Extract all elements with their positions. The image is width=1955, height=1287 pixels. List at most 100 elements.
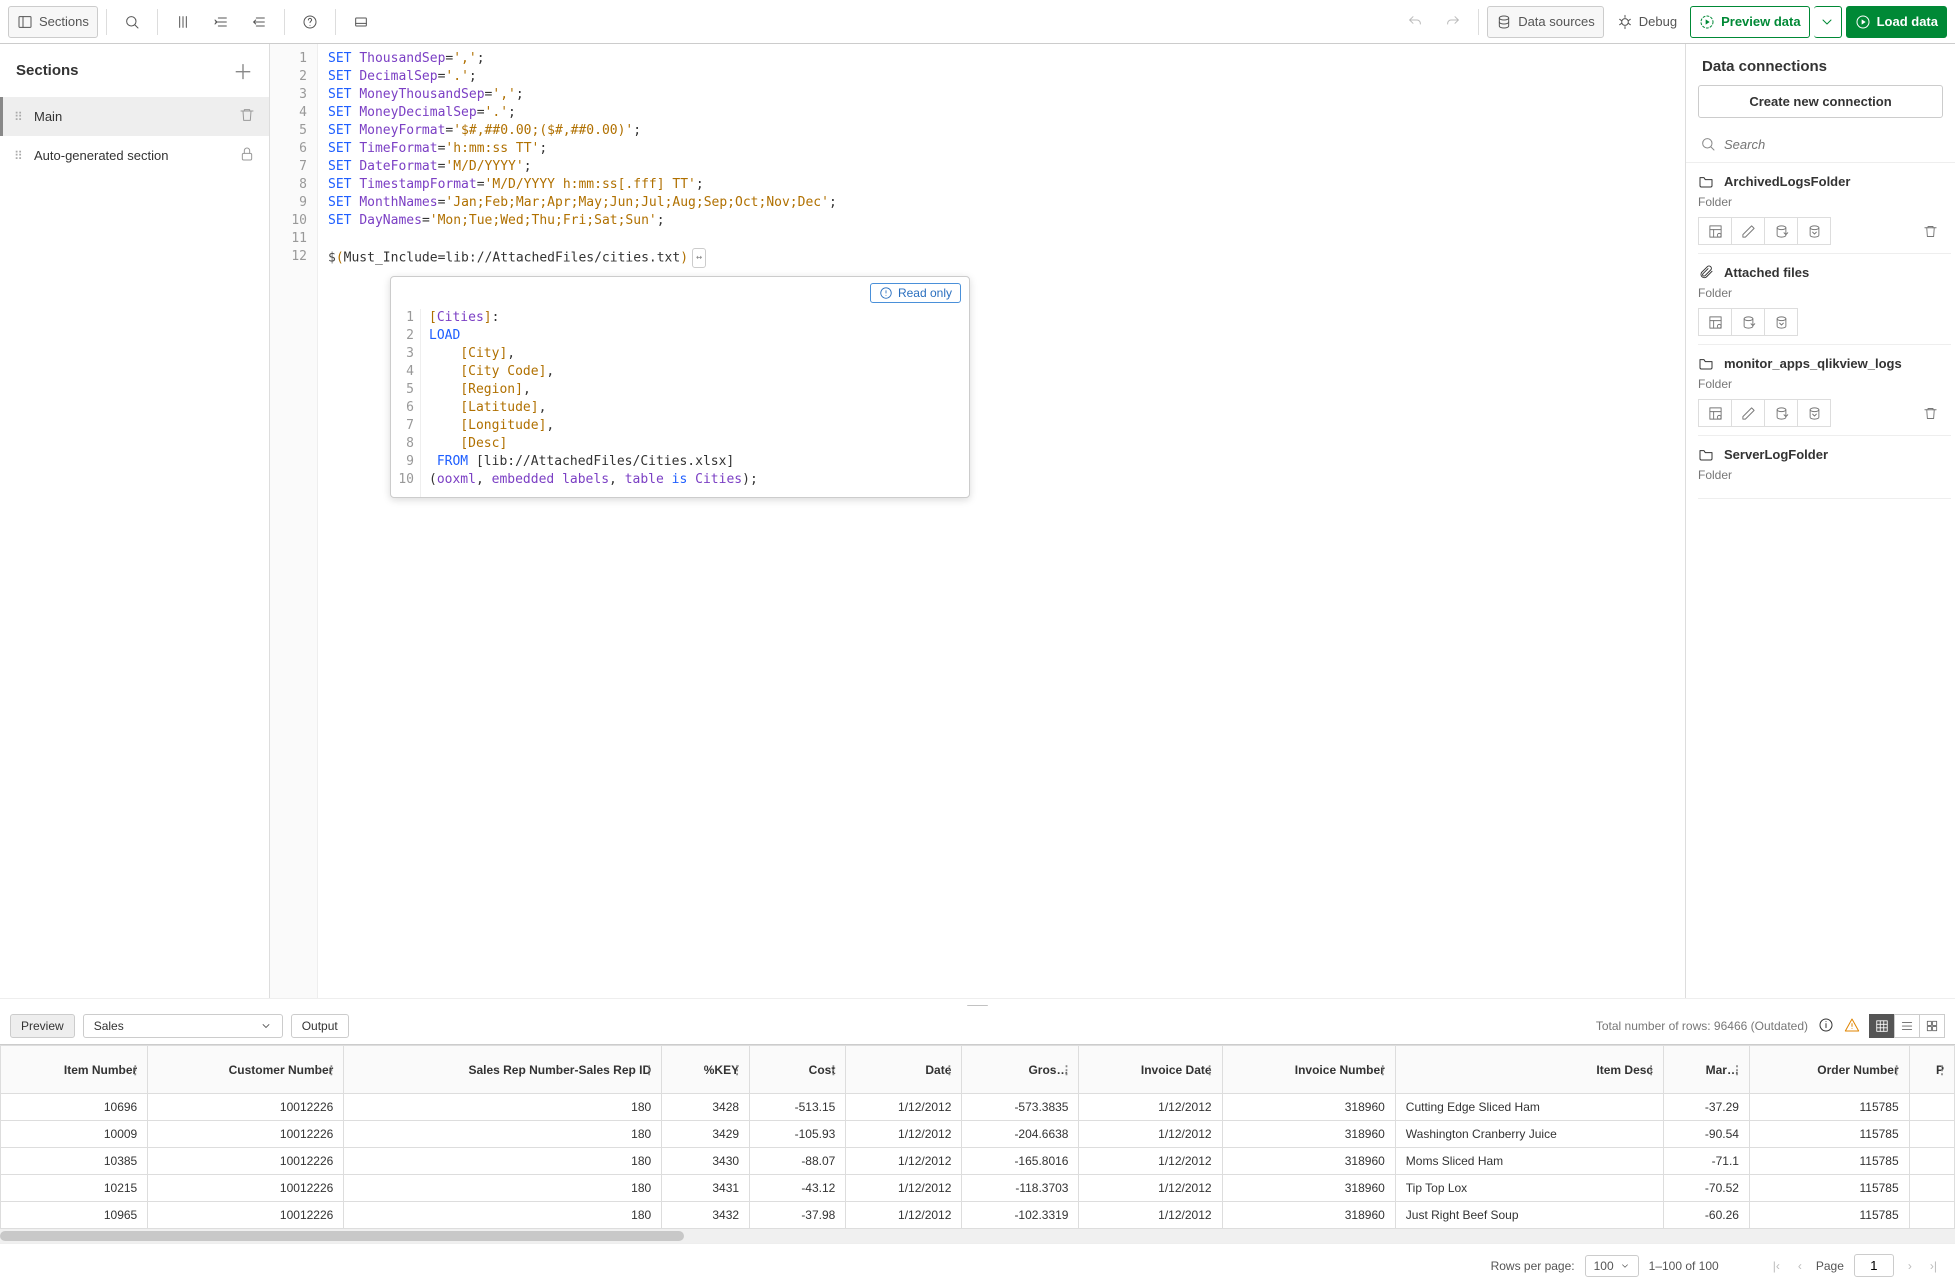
column-menu-icon[interactable]: ⋮ xyxy=(1377,1063,1389,1077)
table-row[interactable]: 10385100122261803430-88.071/12/2012-165.… xyxy=(1,1148,1955,1175)
column-menu-icon[interactable]: ⋮ xyxy=(1936,1063,1948,1077)
drag-handle-icon[interactable]: ⠿ xyxy=(14,114,24,120)
drag-handle-icon[interactable]: ⠿ xyxy=(14,153,24,159)
column-header[interactable]: Cost⋮ xyxy=(750,1046,846,1094)
first-page-button[interactable]: |‹ xyxy=(1769,1259,1784,1273)
table-cell: -71.1 xyxy=(1664,1148,1750,1175)
column-header[interactable]: Date⋮ xyxy=(846,1046,962,1094)
connection-title[interactable]: ArchivedLogsFolder xyxy=(1698,173,1947,189)
conn-select-data[interactable] xyxy=(1698,217,1732,245)
sections-toggle-button[interactable]: Sections xyxy=(8,6,98,38)
create-connection-button[interactable]: Create new connection xyxy=(1698,85,1943,118)
conn-insert[interactable] xyxy=(1764,217,1798,245)
connections-list[interactable]: ArchivedLogsFolderFolderAttached filesFo… xyxy=(1686,163,1955,998)
connection-search[interactable] xyxy=(1686,130,1955,163)
preview-data-button[interactable]: Preview data xyxy=(1690,6,1810,38)
column-header[interactable]: Sales Rep Number-Sales Rep ID⋮ xyxy=(344,1046,662,1094)
output-tab[interactable]: Output xyxy=(291,1014,349,1038)
view-table-icon[interactable] xyxy=(1869,1014,1895,1038)
column-menu-icon[interactable]: ⋮ xyxy=(1060,1063,1072,1077)
conn-select-data[interactable] xyxy=(1698,399,1732,427)
column-menu-icon[interactable]: ⋮ xyxy=(731,1063,743,1077)
column-menu-icon[interactable]: ⋮ xyxy=(1731,1063,1743,1077)
table-cell: 3429 xyxy=(662,1121,750,1148)
column-header[interactable]: Invoice Date⋮ xyxy=(1079,1046,1222,1094)
conn-select-data[interactable] xyxy=(1698,308,1732,336)
view-grid-icon[interactable] xyxy=(1919,1014,1945,1038)
section-item-autogen[interactable]: ⠿ Auto-generated section xyxy=(0,136,269,175)
preview-table-wrap[interactable]: Item Number⋮Customer Number⋮Sales Rep Nu… xyxy=(0,1044,1955,1229)
column-menu-icon[interactable]: ⋮ xyxy=(129,1063,141,1077)
outdent-button[interactable] xyxy=(242,6,276,38)
add-section-button[interactable]: ＋ xyxy=(233,56,253,85)
connection-title[interactable]: Attached files xyxy=(1698,264,1947,280)
indent-button[interactable] xyxy=(204,6,238,38)
script-editor[interactable]: 123456789101112 SET ThousandSep=','; SET… xyxy=(270,44,1685,998)
column-header[interactable]: Mar…⋮ xyxy=(1664,1046,1750,1094)
section-item-main[interactable]: ⠿ Main xyxy=(0,97,269,136)
column-menu-icon[interactable]: ⋮ xyxy=(1645,1063,1657,1077)
search-button[interactable] xyxy=(115,6,149,38)
undo-button[interactable] xyxy=(1398,6,1432,38)
load-data-button[interactable]: Load data xyxy=(1846,6,1947,38)
warning-icon[interactable] xyxy=(1844,1017,1860,1036)
column-header[interactable]: Gros…⋮ xyxy=(962,1046,1079,1094)
column-header[interactable]: Order Number⋮ xyxy=(1749,1046,1909,1094)
view-list-icon[interactable] xyxy=(1894,1014,1920,1038)
table-cell: 1/12/2012 xyxy=(1079,1202,1222,1229)
preview-panel-button[interactable] xyxy=(344,6,378,38)
rows-per-page-select[interactable]: 100 xyxy=(1585,1255,1639,1277)
column-header[interactable]: %KEY⋮ xyxy=(662,1046,750,1094)
preview-tab[interactable]: Preview xyxy=(10,1014,75,1038)
preview-data-dropdown[interactable] xyxy=(1814,6,1842,38)
column-menu-icon[interactable]: ⋮ xyxy=(1891,1063,1903,1077)
table-cell: -37.29 xyxy=(1664,1094,1750,1121)
connection-title[interactable]: monitor_apps_qlikview_logs xyxy=(1698,355,1947,371)
column-header[interactable]: P⋮ xyxy=(1909,1046,1954,1094)
conn-edit[interactable] xyxy=(1731,399,1765,427)
conn-delete[interactable] xyxy=(1913,399,1947,427)
column-menu-icon[interactable]: ⋮ xyxy=(943,1063,955,1077)
table-row[interactable]: 10965100122261803432-37.981/12/2012-102.… xyxy=(1,1202,1955,1229)
table-row[interactable]: 10009100122261803429-105.931/12/2012-204… xyxy=(1,1121,1955,1148)
expand-include-button[interactable]: ↔ xyxy=(692,248,706,268)
comment-toggle-button[interactable] xyxy=(166,6,200,38)
table-row[interactable]: 10215100122261803431-43.121/12/2012-118.… xyxy=(1,1175,1955,1202)
last-page-button[interactable]: ›| xyxy=(1926,1259,1941,1273)
redo-button[interactable] xyxy=(1436,6,1470,38)
column-header[interactable]: Customer Number⋮ xyxy=(148,1046,344,1094)
conn-preview[interactable] xyxy=(1797,399,1831,427)
preview-resize-handle[interactable]: ⸺ xyxy=(0,998,1955,1008)
page-input[interactable] xyxy=(1854,1254,1894,1277)
editor-gutter: 123456789101112 xyxy=(270,44,318,998)
table-row[interactable]: 10696100122261803428-513.151/12/2012-573… xyxy=(1,1094,1955,1121)
conn-preview[interactable] xyxy=(1764,308,1798,336)
conn-insert[interactable] xyxy=(1731,308,1765,336)
table-cell: -43.12 xyxy=(750,1175,846,1202)
data-sources-button[interactable]: Data sources xyxy=(1487,6,1604,38)
column-menu-icon[interactable]: ⋮ xyxy=(1204,1063,1216,1077)
column-header[interactable]: Invoice Number⋮ xyxy=(1222,1046,1395,1094)
conn-delete[interactable] xyxy=(1913,217,1947,245)
horizontal-scrollbar[interactable] xyxy=(0,1229,1955,1243)
info-icon[interactable] xyxy=(1818,1017,1834,1036)
prev-page-button[interactable]: ‹ xyxy=(1794,1259,1806,1273)
column-menu-icon[interactable]: ⋮ xyxy=(325,1063,337,1077)
editor-code[interactable]: SET ThousandSep=','; SET DecimalSep='.';… xyxy=(318,44,1685,998)
column-header[interactable]: Item Number⋮ xyxy=(1,1046,148,1094)
debug-button[interactable]: Debug xyxy=(1608,6,1686,38)
connection-type: Folder xyxy=(1698,280,1947,308)
column-header[interactable]: Item Desc⋮ xyxy=(1395,1046,1663,1094)
next-page-button[interactable]: › xyxy=(1904,1259,1916,1273)
column-menu-icon[interactable]: ⋮ xyxy=(643,1063,655,1077)
connection-search-input[interactable] xyxy=(1724,137,1941,152)
delete-section-icon[interactable] xyxy=(239,107,255,126)
preview-table-select[interactable]: Sales xyxy=(83,1014,283,1038)
column-menu-icon[interactable]: ⋮ xyxy=(827,1063,839,1077)
conn-insert[interactable] xyxy=(1764,399,1798,427)
conn-preview[interactable] xyxy=(1797,217,1831,245)
help-button[interactable] xyxy=(293,6,327,38)
connection-title[interactable]: ServerLogFolder xyxy=(1698,446,1947,462)
conn-edit[interactable] xyxy=(1731,217,1765,245)
rows-per-page-label: Rows per page: xyxy=(1491,1259,1575,1273)
